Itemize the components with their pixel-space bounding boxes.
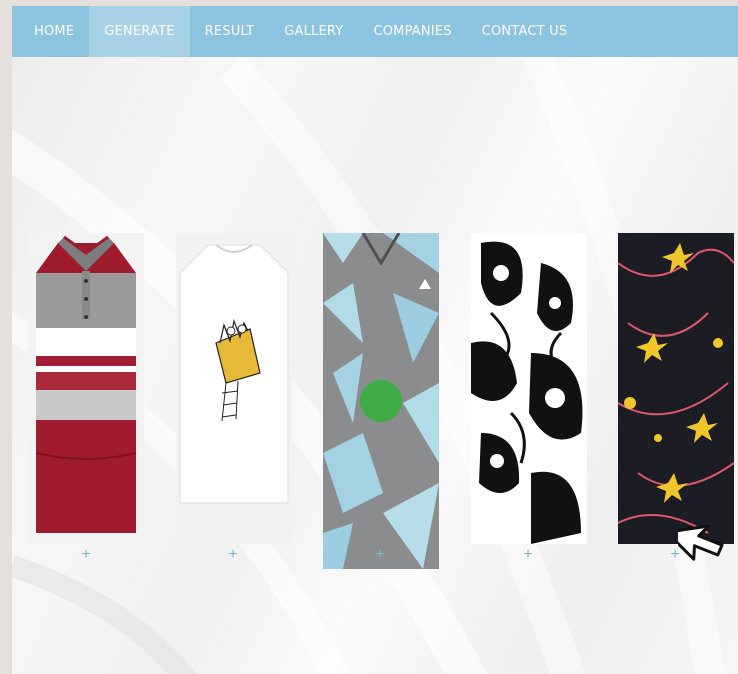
floral-pattern-image[interactable] (618, 233, 734, 544)
white-tshirt-image[interactable] (176, 233, 292, 544)
nav-contact-us[interactable]: CONTACT US (467, 6, 583, 57)
add-tshirt-button[interactable]: + (223, 545, 243, 565)
page: HOME GENERATE RESULT GALLERY COMPANIES C… (12, 6, 738, 674)
add-paisley-button[interactable]: + (518, 545, 538, 565)
nav-gallery[interactable]: GALLERY (269, 6, 358, 57)
add-polo-button[interactable]: + (76, 545, 96, 565)
paisley-pattern-image[interactable] (471, 233, 587, 544)
add-jacket-button[interactable]: + (370, 545, 390, 565)
nav-home[interactable]: HOME (12, 6, 89, 57)
nav-generate[interactable]: GENERATE (89, 6, 190, 57)
polo-shirt-image[interactable] (28, 233, 144, 544)
mouse-pointer-icon (678, 524, 724, 561)
nav-companies[interactable]: COMPANIES (358, 6, 466, 57)
geometric-jacket-image[interactable] (323, 233, 439, 569)
nav-result[interactable]: RESULT (190, 6, 270, 57)
top-navbar: HOME GENERATE RESULT GALLERY COMPANIES C… (12, 6, 738, 57)
green-marker (360, 380, 402, 422)
